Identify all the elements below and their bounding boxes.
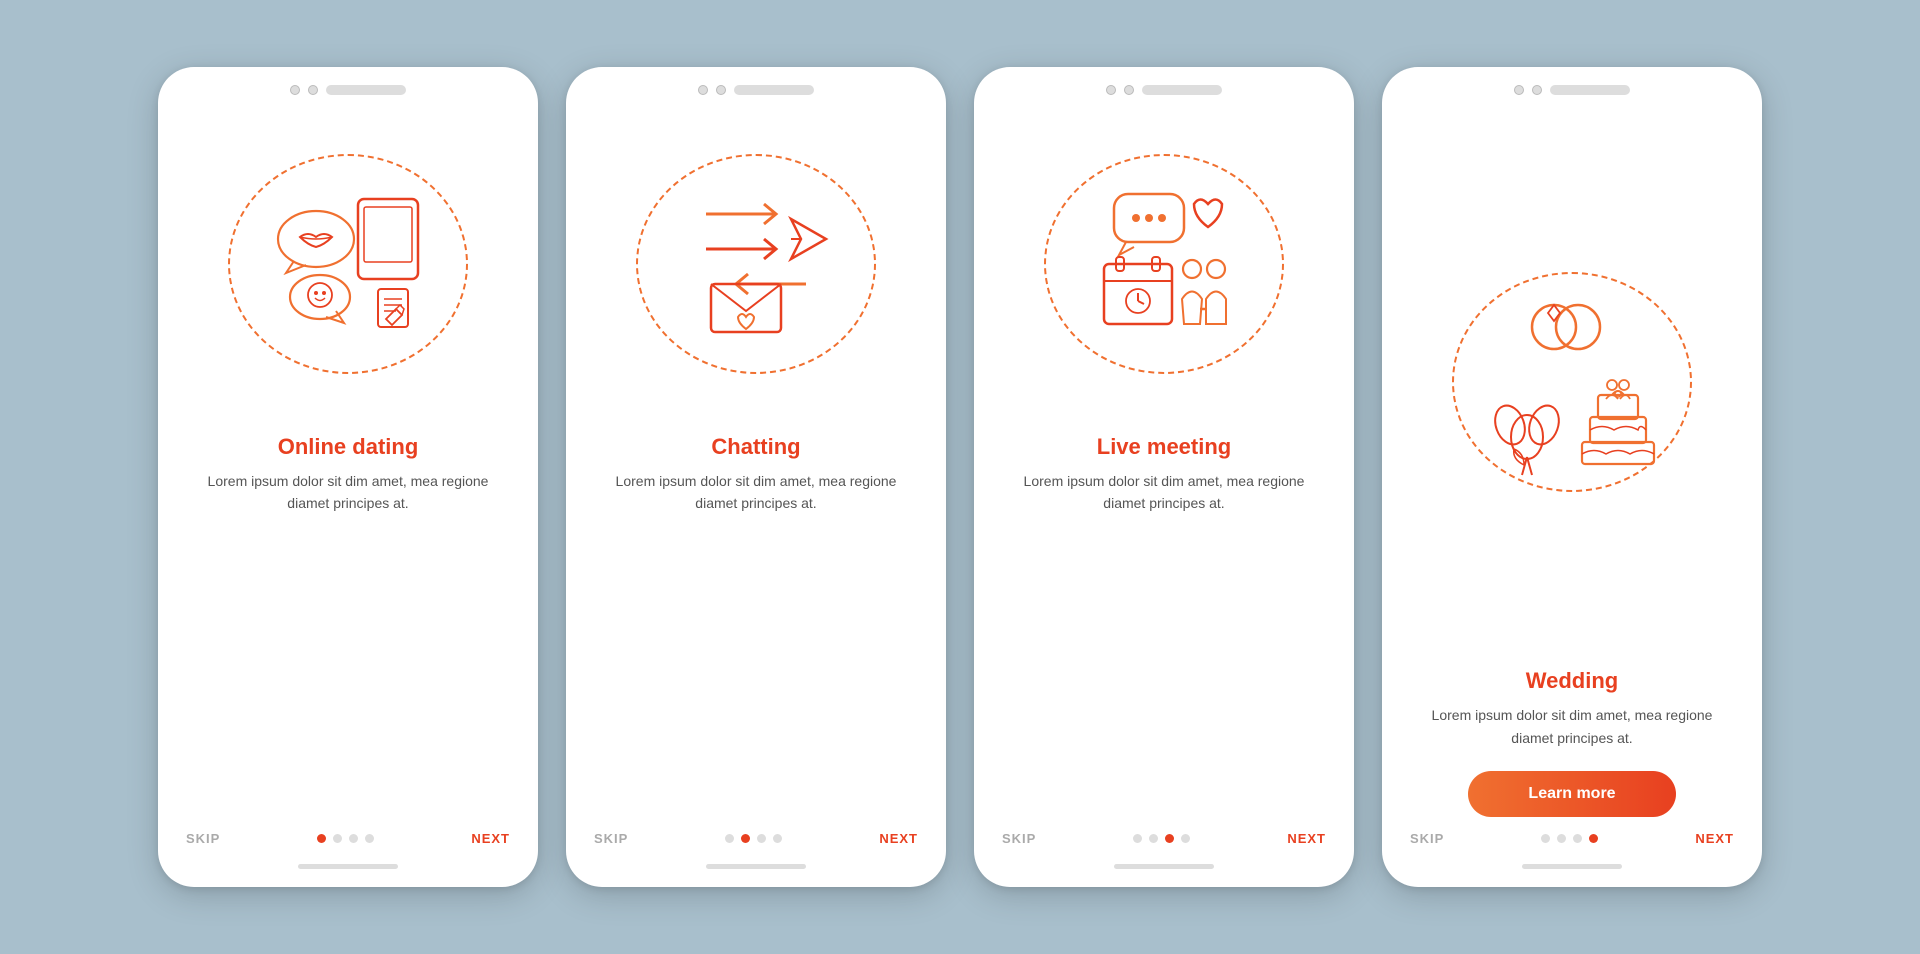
dot-1-1 bbox=[333, 834, 342, 843]
status-bar-line bbox=[1142, 85, 1222, 95]
wedding-icon bbox=[1472, 287, 1672, 477]
dashed-circle-1 bbox=[228, 154, 468, 374]
status-bar-1 bbox=[158, 67, 538, 103]
screen-2-desc: Lorem ipsum dolor sit dim amet, mea regi… bbox=[566, 470, 946, 515]
status-dot bbox=[290, 85, 300, 95]
screen-4-desc: Lorem ipsum dolor sit dim amet, mea regi… bbox=[1382, 704, 1762, 749]
next-button-1[interactable]: NEXT bbox=[471, 831, 510, 846]
status-dot bbox=[1106, 85, 1116, 95]
dashed-circle-2 bbox=[636, 154, 876, 374]
chatting-icon bbox=[656, 169, 856, 359]
dot-1-3 bbox=[365, 834, 374, 843]
nav-bar-4: SKIP NEXT bbox=[1382, 831, 1762, 846]
phone-screen-1: Online dating Lorem ipsum dolor sit dim … bbox=[158, 67, 538, 887]
status-bar-line bbox=[326, 85, 406, 95]
status-bar-line bbox=[1550, 85, 1630, 95]
phone-screen-4: Wedding Lorem ipsum dolor sit dim amet, … bbox=[1382, 67, 1762, 887]
next-button-2[interactable]: NEXT bbox=[879, 831, 918, 846]
dot-4-0 bbox=[1541, 834, 1550, 843]
dot-1-2 bbox=[349, 834, 358, 843]
screen-3-title: Live meeting bbox=[1077, 434, 1251, 460]
screen-1-title: Online dating bbox=[258, 434, 439, 460]
status-dot bbox=[308, 85, 318, 95]
screen-2-title: Chatting bbox=[691, 434, 820, 460]
dot-3-3 bbox=[1181, 834, 1190, 843]
phone-screen-3: Live meeting Lorem ipsum dolor sit dim a… bbox=[974, 67, 1354, 887]
learn-more-button[interactable]: Learn more bbox=[1468, 771, 1675, 817]
screens-container: Online dating Lorem ipsum dolor sit dim … bbox=[118, 27, 1802, 927]
dot-3-2 bbox=[1165, 834, 1174, 843]
nav-bar-1: SKIP NEXT bbox=[158, 831, 538, 846]
next-button-3[interactable]: NEXT bbox=[1287, 831, 1326, 846]
status-bar-2 bbox=[566, 67, 946, 103]
dot-3-1 bbox=[1149, 834, 1158, 843]
screen-1-desc: Lorem ipsum dolor sit dim amet, mea regi… bbox=[158, 470, 538, 515]
dot-2-2 bbox=[757, 834, 766, 843]
bottom-bar-4 bbox=[1522, 864, 1622, 869]
dot-1-0 bbox=[317, 834, 326, 843]
live-meeting-icon bbox=[1064, 169, 1264, 359]
status-dot bbox=[1514, 85, 1524, 95]
screen-4-title: Wedding bbox=[1506, 668, 1638, 694]
dots-3 bbox=[1133, 834, 1190, 843]
dots-4 bbox=[1541, 834, 1598, 843]
dashed-circle-4 bbox=[1452, 272, 1692, 492]
status-dot bbox=[1124, 85, 1134, 95]
phone-screen-2: Chatting Lorem ipsum dolor sit dim amet,… bbox=[566, 67, 946, 887]
bottom-bar-3 bbox=[1114, 864, 1214, 869]
learn-more-container: Learn more bbox=[1382, 763, 1762, 831]
illustration-area-3 bbox=[974, 103, 1354, 416]
online-dating-icon bbox=[248, 169, 448, 359]
illustration-area-1 bbox=[158, 103, 538, 416]
nav-bar-2: SKIP NEXT bbox=[566, 831, 946, 846]
dot-4-2 bbox=[1573, 834, 1582, 843]
dot-4-1 bbox=[1557, 834, 1566, 843]
skip-button-4[interactable]: SKIP bbox=[1410, 831, 1444, 846]
status-dot bbox=[1532, 85, 1542, 95]
illustration-area-2 bbox=[566, 103, 946, 416]
bottom-bar-2 bbox=[706, 864, 806, 869]
skip-button-2[interactable]: SKIP bbox=[594, 831, 628, 846]
status-dot bbox=[698, 85, 708, 95]
dot-2-3 bbox=[773, 834, 782, 843]
screen-3-desc: Lorem ipsum dolor sit dim amet, mea regi… bbox=[974, 470, 1354, 515]
status-bar-4 bbox=[1382, 67, 1762, 103]
dot-4-3 bbox=[1589, 834, 1598, 843]
nav-bar-3: SKIP NEXT bbox=[974, 831, 1354, 846]
skip-button-3[interactable]: SKIP bbox=[1002, 831, 1036, 846]
illustration-area-4 bbox=[1382, 103, 1762, 650]
dot-2-0 bbox=[725, 834, 734, 843]
next-button-4[interactable]: NEXT bbox=[1695, 831, 1734, 846]
status-bar-line bbox=[734, 85, 814, 95]
dashed-circle-3 bbox=[1044, 154, 1284, 374]
dot-3-0 bbox=[1133, 834, 1142, 843]
status-dot bbox=[716, 85, 726, 95]
dots-2 bbox=[725, 834, 782, 843]
status-bar-3 bbox=[974, 67, 1354, 103]
bottom-bar-1 bbox=[298, 864, 398, 869]
dots-1 bbox=[317, 834, 374, 843]
skip-button-1[interactable]: SKIP bbox=[186, 831, 220, 846]
dot-2-1 bbox=[741, 834, 750, 843]
